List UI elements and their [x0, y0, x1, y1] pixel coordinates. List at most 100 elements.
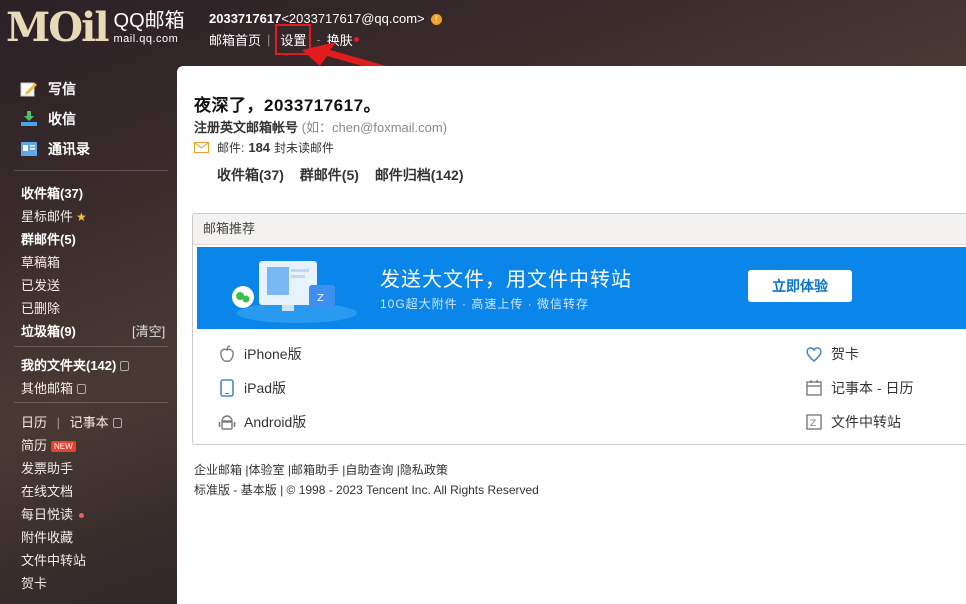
group-count-link[interactable]: 群邮件(5) — [300, 167, 359, 183]
sidebar-item-card[interactable]: 贺卡 — [21, 573, 47, 592]
calendar-icon — [806, 380, 822, 396]
transfer-file-icon: Z — [806, 414, 822, 430]
transfer-link[interactable]: Z 文件中转站 — [805, 412, 901, 432]
android-label: Android版 — [244, 414, 307, 430]
banner-title: 发送大文件，用文件中转站 — [380, 269, 632, 291]
notebook-calendar-label: 记事本 - 日历 — [831, 380, 914, 396]
sidebar: 写信 收信 通讯录 收件箱(37) 星标邮件 ★ 群邮件(5) 草稿箱 已发送 已… — [0, 62, 176, 604]
sidebar-divider — [14, 170, 168, 171]
sidebar-divider — [14, 346, 168, 347]
lock-icon — [77, 383, 87, 394]
receive-label: 收信 — [48, 111, 76, 127]
sidebar-item-invoice[interactable]: 发票助手 — [21, 458, 73, 477]
ipad-link[interactable]: iPad版 — [218, 378, 286, 398]
sidebar-item-calendar-notebook: 日历 | 记事本 — [21, 412, 122, 431]
calendar-separator: | — [56, 415, 61, 430]
header: MOil QQ邮箱 mail.qq.com 2033717617<2033717… — [0, 0, 966, 129]
qq-mail-logo[interactable]: MOil QQ邮箱 mail.qq.com — [6, 8, 185, 48]
transfer-label: 文件中转站 — [831, 414, 901, 430]
card-label: 贺卡 — [831, 346, 859, 362]
android-icon — [218, 415, 236, 430]
footer-enterprise-link[interactable]: 企业邮箱 — [194, 463, 242, 477]
apple-icon — [220, 345, 234, 362]
star-icon: ★ — [76, 210, 87, 224]
my-folders-label: 我的文件夹(142) — [21, 358, 117, 373]
sidebar-item-favorites[interactable]: 附件收藏 — [21, 527, 73, 546]
logo-domain: mail.qq.com — [113, 33, 179, 45]
sidebar-item-daily[interactable]: 每日悦读 — [21, 504, 85, 523]
contacts-icon — [21, 142, 37, 156]
register-english-account[interactable]: 注册英文邮箱帐号 (如：chen@foxmail.com) — [194, 117, 447, 136]
compose-button[interactable]: 写信 — [20, 79, 76, 99]
heart-icon — [806, 347, 822, 362]
daily-label: 每日悦读 — [21, 507, 74, 522]
starred-label: 星标邮件 — [21, 209, 74, 224]
sidebar-item-starred[interactable]: 星标邮件 ★ — [21, 206, 87, 225]
calendar-link[interactable]: 日历 — [21, 415, 47, 430]
footer-links: 企业邮箱 |体验室 |邮箱助手 |自助查询 |隐私政策 — [194, 461, 448, 478]
new-dot — [79, 513, 85, 519]
sidebar-divider — [14, 402, 168, 403]
recommend-title: 邮箱推荐 — [193, 214, 966, 245]
envelope-icon — [194, 142, 209, 153]
file-transfer-illustration-icon: Z — [232, 261, 357, 323]
sidebar-item-my-folders[interactable]: 我的文件夹(142) — [21, 355, 130, 374]
sidebar-item-resume[interactable]: 简历 NEW — [21, 435, 76, 454]
inbox-count-link[interactable]: 收件箱(37) — [217, 167, 284, 183]
notebook-calendar-link[interactable]: 记事本 - 日历 — [805, 378, 913, 398]
transfer-banner[interactable]: Z 发送大文件，用文件中转站 10G超大附件 · 高速上传 · 微信转存 立即体… — [197, 247, 966, 329]
iphone-link[interactable]: iPhone版 — [218, 344, 302, 364]
sidebar-item-group[interactable]: 群邮件(5) — [21, 229, 76, 248]
card-link[interactable]: 贺卡 — [805, 344, 859, 364]
standard-version-link[interactable]: 标准版 — [194, 483, 230, 497]
basic-version-link[interactable]: 基本版 — [241, 483, 277, 497]
user-account: 2033717617<2033717617@qq.com>! — [209, 11, 442, 26]
svg-text:Z: Z — [810, 419, 816, 429]
contacts-label: 通讯录 — [48, 141, 90, 157]
nav-home-link[interactable]: 邮箱首页 — [209, 30, 261, 49]
sidebar-item-deleted[interactable]: 已删除 — [21, 298, 60, 317]
sidebar-item-spam[interactable]: 垃圾箱(9) — [21, 321, 76, 340]
sidebar-item-transfer[interactable]: 文件中转站 — [21, 550, 86, 569]
try-now-button[interactable]: 立即体验 — [748, 270, 852, 302]
archive-count-link[interactable]: 邮件归档(142) — [375, 167, 464, 183]
lock-icon — [112, 417, 122, 428]
sidebar-item-sent[interactable]: 已发送 — [21, 275, 60, 294]
tablet-icon — [220, 379, 234, 397]
notebook-link[interactable]: 记事本 — [70, 415, 109, 430]
clear-spam-link[interactable]: [清空] — [132, 321, 165, 340]
mail-label: 邮件: — [217, 141, 245, 155]
footer-lab-link[interactable]: |体验室 — [245, 463, 284, 477]
nav-separator: | — [267, 32, 271, 47]
android-link[interactable]: Android版 — [218, 412, 306, 432]
copyright-text: | © 1998 - 2023 Tencent Inc. All Rights … — [280, 483, 539, 497]
warning-icon[interactable]: ! — [430, 14, 442, 26]
recommend-panel: 邮箱推荐 Z 发送大文件，用文件中转站 10G超大附件 · 高速上传 · 微信转… — [192, 213, 966, 445]
register-hint: (如：chen@foxmail.com) — [301, 120, 448, 135]
sidebar-item-drafts[interactable]: 草稿箱 — [21, 252, 60, 271]
username[interactable]: 2033717617 — [209, 11, 281, 26]
footer-self-query-link[interactable]: |自助查询 — [342, 463, 393, 477]
sidebar-item-other-mailboxes[interactable]: 其他邮箱 — [21, 378, 87, 397]
footer-copyright: 标准版 - 基本版 | © 1998 - 2023 Tencent Inc. A… — [194, 481, 539, 498]
register-label: 注册英文邮箱帐号 — [194, 120, 299, 135]
unread-count[interactable]: 184 — [248, 140, 270, 155]
sidebar-item-docs[interactable]: 在线文档 — [21, 481, 73, 500]
sidebar-item-inbox[interactable]: 收件箱(37) — [21, 183, 83, 202]
resume-label: 简历 — [21, 438, 48, 453]
iphone-label: iPhone版 — [244, 346, 302, 362]
other-mailboxes-label: 其他邮箱 — [21, 381, 74, 396]
logo-mark: MOil — [6, 4, 110, 51]
compose-icon — [20, 82, 37, 97]
compose-label: 写信 — [48, 81, 76, 97]
greeting: 夜深了，2033717617。 — [194, 96, 382, 115]
ipad-label: iPad版 — [244, 380, 287, 396]
receive-button[interactable]: 收信 — [20, 109, 76, 129]
new-badge: NEW — [51, 441, 76, 453]
receive-icon — [21, 111, 37, 126]
banner-subtitle: 10G超大附件 · 高速上传 · 微信转存 — [380, 297, 590, 311]
contacts-button[interactable]: 通讯录 — [20, 139, 90, 159]
footer-privacy-link[interactable]: |隐私政策 — [397, 463, 448, 477]
logo-title: QQ邮箱 — [113, 10, 185, 32]
footer-assistant-link[interactable]: |邮箱助手 — [288, 463, 339, 477]
